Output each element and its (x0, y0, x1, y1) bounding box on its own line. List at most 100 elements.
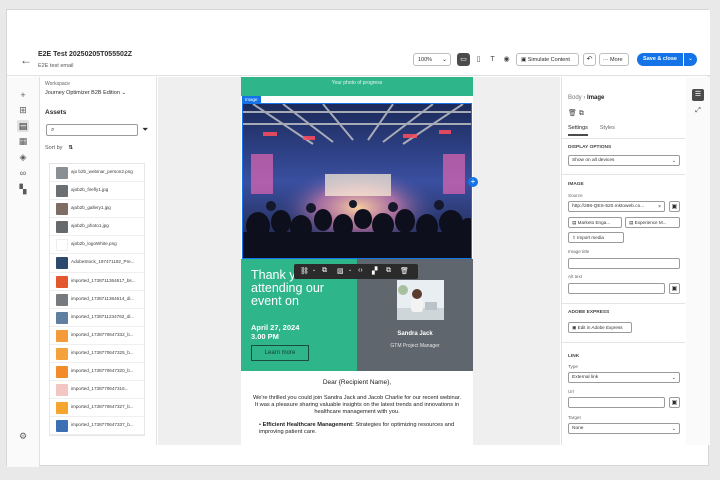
speaker-title: GTM Project Manager (390, 343, 440, 349)
asset-list-item[interactable]: imported_1738770647327_b... (50, 399, 144, 418)
image-title-input[interactable] (568, 258, 680, 269)
asset-name: ajob2b_gallery1.jpg (71, 205, 111, 211)
chevron-down-icon: ⌄ (671, 375, 676, 381)
asset-list-item[interactable]: ajob2b_gallery1.jpg (50, 200, 144, 219)
learn-more-button[interactable]: Learn more (251, 345, 309, 361)
code-icon[interactable]: ‹› (358, 267, 363, 274)
asset-list-item[interactable]: imported_1738770647320_b... (50, 363, 144, 382)
image-dropdown-icon[interactable]: ⌄ (348, 267, 352, 273)
hero-image[interactable] (242, 103, 472, 259)
import-label: Import media (577, 235, 604, 240)
plus-icon[interactable]: + (17, 89, 29, 101)
marketo-button[interactable]: ▤ Marketo Enga... (568, 217, 622, 228)
fragments-icon[interactable]: ▦ (17, 135, 29, 147)
email-body: Your photo of progress Image + Thank you… (241, 77, 478, 445)
text-view-icon[interactable]: T (486, 53, 499, 66)
link-chain-icon[interactable]: ⛓ (300, 267, 309, 275)
asset-list-item[interactable]: ajob2b_firefly1.jpg (50, 182, 144, 201)
breadcrumb-parent[interactable]: Body (568, 95, 582, 101)
structure-icon[interactable]: ▞ (372, 267, 377, 275)
display-options-select[interactable]: Show on all devices ⌄ (568, 155, 680, 166)
duplicate-icon[interactable]: ⧉ (386, 267, 391, 275)
target-select[interactable]: None ⌄ (568, 423, 680, 434)
asset-list-item[interactable]: imported_1738711364614_di... (50, 291, 144, 309)
link-type-select[interactable]: External link ⌄ (568, 372, 680, 383)
back-arrow-icon[interactable]: ← (20, 53, 32, 67)
more-button[interactable]: ··· More (599, 53, 629, 66)
selected-image-tag: Image (242, 96, 261, 103)
assets-icon[interactable]: ▤ (17, 120, 29, 132)
simulate-content-button[interactable]: ▣ Simulate Content (516, 53, 579, 66)
type-label: Type (568, 364, 578, 369)
delete-icon[interactable]: 🗑 (568, 110, 577, 117)
marketo-icon: ▤ (572, 220, 577, 225)
asset-list-item[interactable]: imported_1738711234762_di... (50, 309, 144, 327)
image-title-label: Image title (568, 249, 590, 254)
display-value: Show on all devices (572, 158, 615, 163)
import-media-button[interactable]: ⇪ Import media (568, 232, 624, 243)
grid-icon[interactable]: ⊞ (17, 104, 29, 116)
save-dropdown-chevron-icon[interactable]: ⌄ (684, 53, 697, 66)
personalize-icon[interactable]: ▣ (669, 283, 680, 294)
adobe-express-heading: ADOBE EXPRESS (568, 310, 610, 315)
alt-text-input[interactable] (568, 283, 665, 294)
layers-icon[interactable]: ◈ (17, 151, 29, 163)
divider (562, 138, 685, 139)
delete-icon[interactable]: 🗑 (400, 267, 409, 275)
mobile-view-icon[interactable]: ▯ (472, 53, 485, 66)
crop-icon[interactable]: ⧉ (322, 267, 327, 275)
preview-eye-icon[interactable]: ◉ (500, 53, 513, 66)
source-input[interactable]: http://288-QES-520.mktoweb.co... × (568, 201, 665, 212)
link-dropdown-icon[interactable]: ⌄ (312, 267, 316, 273)
link-icon[interactable]: ∞ (17, 167, 29, 179)
asset-list-item[interactable]: ajo b2b_webinar_person2.png (50, 164, 144, 183)
chevron-down-icon: ⌄ (671, 158, 676, 164)
asset-list-item[interactable]: ajob2b_logoWhite.png (50, 236, 144, 255)
sort-by[interactable]: Sort by ⇅ (45, 145, 73, 151)
panel-tabs: Settings Styles (568, 125, 627, 136)
undo-icon[interactable]: ↶ (583, 53, 596, 66)
asset-list: ajo b2b_webinar_person2.png ajob2b_firefl… (49, 163, 145, 437)
save-close-button[interactable]: Save & close (637, 53, 683, 66)
asset-list-item[interactable]: imported_1738711364617_bs... (50, 273, 144, 291)
speaker-name: Sandra Jack (397, 331, 433, 337)
experience-manager-button[interactable]: ▤ Experience M... (625, 217, 680, 228)
divider (562, 342, 685, 343)
browse-image-icon[interactable]: ▣ (669, 201, 680, 212)
asset-name: ajob2b_logoWhite.png (71, 241, 117, 247)
edit-in-express-button[interactable]: ▣ Edit in Adobe Express (568, 322, 632, 333)
workspace-select[interactable]: Journey Optimizer B2B Edition ⌄ (45, 90, 126, 96)
asset-thumbnail (56, 239, 68, 252)
tab-settings[interactable]: Settings (568, 125, 588, 136)
sort-label: Sort by (45, 145, 63, 151)
duplicate-icon[interactable]: ⧉ (579, 110, 584, 117)
asset-list-item[interactable]: imported_1738770647332_b... (50, 327, 144, 345)
asset-list-item[interactable]: imported_1738770647316... (50, 381, 144, 400)
asset-list-item[interactable]: ajob2b_photo1.jpg (50, 218, 144, 237)
desktop-view-icon[interactable]: ▭ (457, 53, 470, 66)
asset-list-item[interactable]: imported_1738770647325_b... (50, 345, 144, 364)
add-block-plus-icon[interactable]: + (468, 177, 478, 187)
clear-icon[interactable]: × (658, 202, 661, 212)
asset-list-item[interactable]: imported_1738770647337_b... (50, 417, 144, 436)
asset-name: imported_1738770647325_b... (71, 349, 134, 355)
url-personalize-icon[interactable]: ▣ (669, 397, 680, 408)
zoom-select[interactable]: 100% ⌄ (413, 53, 451, 66)
settings-icon[interactable]: ⚙ (17, 430, 29, 442)
source-label: Source (568, 193, 583, 198)
more-label: More (610, 57, 623, 63)
link-heading: LINK (568, 354, 580, 359)
expand-icon[interactable]: ⤢ (692, 105, 704, 117)
filter-icon[interactable]: ⏷ (142, 125, 148, 135)
tab-styles[interactable]: Styles (600, 125, 615, 131)
asset-thumbnail (56, 257, 68, 270)
asset-name: imported_1738770647332_b... (71, 331, 134, 337)
asset-list-item[interactable]: AdobeStock_197471192_Pre... (50, 254, 144, 273)
url-input[interactable] (568, 397, 665, 408)
asset-thumbnail (56, 203, 68, 216)
image-icon[interactable]: ▨ (337, 267, 344, 275)
asset-name: imported_1738711364617_bs... (71, 277, 136, 283)
properties-icon[interactable]: ☰ (692, 89, 704, 101)
asset-search-input[interactable]: ⌕ (46, 124, 138, 136)
components-icon[interactable]: ▚ (17, 183, 29, 195)
